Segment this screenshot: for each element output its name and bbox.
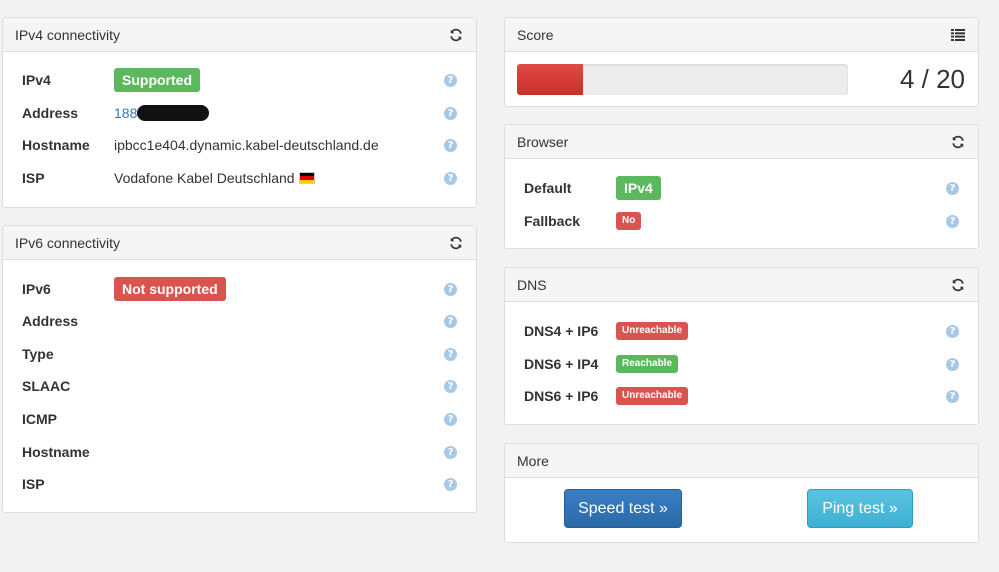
type-row: Type ? bbox=[3, 342, 476, 366]
help-icon[interactable]: ? bbox=[444, 282, 457, 296]
score-panel-title: Score bbox=[517, 26, 554, 43]
score-progress-bar bbox=[517, 64, 848, 95]
more-panel-title: More bbox=[517, 452, 549, 469]
score-value: 4 / 20 bbox=[899, 64, 965, 94]
help-icon[interactable]: ? bbox=[444, 477, 457, 491]
help-icon[interactable]: ? bbox=[444, 138, 457, 152]
type-label: Type bbox=[22, 346, 54, 362]
dns6-ip6-label: DNS6 + IP6 bbox=[524, 388, 599, 404]
isp-value: Vodafone Kabel Deutschland bbox=[114, 170, 295, 186]
more-panel-header: More bbox=[505, 444, 978, 478]
dns-panel: DNS DNS4 + IP6 Unreachable ? DNS6 + IP4 … bbox=[504, 267, 979, 425]
help-icon[interactable]: ? bbox=[444, 73, 457, 87]
status-badge: IPv4 bbox=[616, 176, 661, 200]
ipv4-row: IPv4 Supported ? bbox=[3, 68, 476, 92]
status-badge: Supported bbox=[114, 68, 200, 92]
help-icon[interactable]: ? bbox=[946, 357, 959, 371]
dns6-ip6-row: DNS6 + IP6 Unreachable ? bbox=[505, 384, 978, 408]
ipv6-row: IPv6 Not supported ? bbox=[3, 277, 476, 301]
help-icon[interactable]: ? bbox=[444, 412, 457, 426]
hostname-label: Hostname bbox=[22, 137, 90, 153]
ipv6-panel-header: IPv6 connectivity bbox=[3, 226, 476, 260]
ipv6-isp-row: ISP ? bbox=[3, 472, 476, 496]
isp-label: ISP bbox=[22, 476, 45, 492]
help-icon[interactable]: ? bbox=[946, 324, 959, 338]
default-row: Default IPv4 ? bbox=[505, 176, 978, 200]
address-row: Address 188 ? bbox=[3, 101, 476, 125]
fallback-label: Fallback bbox=[524, 213, 581, 229]
dns6-ip4-label: DNS6 + IP4 bbox=[524, 356, 599, 372]
status-badge: Unreachable bbox=[616, 387, 689, 405]
slaac-row: SLAAC ? bbox=[3, 374, 476, 398]
isp-label: ISP bbox=[22, 170, 45, 186]
address-label: Address bbox=[22, 105, 79, 121]
hostname-label: Hostname bbox=[22, 444, 90, 460]
help-icon[interactable]: ? bbox=[946, 181, 959, 195]
status-badge: Unreachable bbox=[616, 322, 689, 340]
help-icon[interactable]: ? bbox=[444, 347, 457, 361]
ipv4-panel-header: IPv4 connectivity bbox=[3, 18, 476, 52]
score-progress-fill bbox=[517, 64, 584, 95]
ping-test-button[interactable]: Ping test » bbox=[807, 489, 913, 528]
help-icon[interactable]: ? bbox=[444, 106, 457, 120]
refresh-icon[interactable] bbox=[950, 134, 966, 150]
ipv6-panel: IPv6 connectivity IPv6 Not supported ? A… bbox=[2, 225, 477, 513]
redaction-mark bbox=[137, 105, 210, 121]
status-badge: Reachable bbox=[616, 355, 679, 373]
more-panel: More Speed test » Ping test » bbox=[504, 443, 979, 543]
hostname-value: ipbcc1e404.dynamic.kabel-deutschland.de bbox=[114, 137, 379, 153]
speed-test-button[interactable]: Speed test » bbox=[564, 489, 682, 528]
help-icon[interactable]: ? bbox=[444, 445, 457, 459]
status-badge: Not supported bbox=[114, 277, 226, 301]
icmp-label: ICMP bbox=[22, 411, 57, 427]
refresh-icon[interactable] bbox=[950, 277, 966, 293]
ipv6-address-row: Address ? bbox=[3, 309, 476, 333]
fallback-row: Fallback No ? bbox=[505, 209, 978, 233]
hostname-row: Hostname ipbcc1e404.dynamic.kabel-deutsc… bbox=[3, 133, 476, 157]
german-flag-icon bbox=[298, 172, 315, 184]
dns-panel-title: DNS bbox=[517, 276, 547, 293]
ipv4-label: IPv4 bbox=[22, 72, 51, 88]
help-icon[interactable]: ? bbox=[444, 171, 457, 185]
help-icon[interactable]: ? bbox=[444, 314, 457, 328]
score-panel: Score 4 / 20 bbox=[504, 17, 979, 107]
help-icon[interactable]: ? bbox=[946, 214, 959, 228]
ipv6-hostname-row: Hostname ? bbox=[3, 440, 476, 464]
refresh-icon[interactable] bbox=[448, 235, 464, 251]
help-icon[interactable]: ? bbox=[946, 389, 959, 403]
dns-panel-header: DNS bbox=[505, 268, 978, 302]
address-label: Address bbox=[22, 313, 79, 329]
icmp-row: ICMP ? bbox=[3, 407, 476, 431]
browser-panel-header: Browser bbox=[505, 125, 978, 159]
score-panel-header: Score bbox=[505, 18, 978, 52]
refresh-icon[interactable] bbox=[448, 27, 464, 43]
browser-panel-title: Browser bbox=[517, 133, 569, 150]
address-link[interactable]: 188 bbox=[114, 105, 137, 121]
default-label: Default bbox=[524, 180, 572, 196]
dns4-ip6-row: DNS4 + IP6 Unreachable ? bbox=[505, 319, 978, 343]
ipv6-panel-title: IPv6 connectivity bbox=[15, 234, 121, 251]
isp-row: ISP Vodafone Kabel Deutschland ? bbox=[3, 166, 476, 190]
ipv6-label: IPv6 bbox=[22, 281, 51, 297]
ipv4-panel: IPv4 connectivity IPv4 Supported ? Addre… bbox=[2, 17, 477, 208]
browser-panel: Browser Default IPv4 ? Fallback No ? bbox=[504, 124, 979, 249]
list-icon[interactable] bbox=[950, 27, 966, 43]
dns6-ip4-row: DNS6 + IP4 Reachable ? bbox=[505, 352, 978, 376]
ipv4-panel-title: IPv4 connectivity bbox=[15, 26, 121, 43]
dns4-ip6-label: DNS4 + IP6 bbox=[524, 323, 599, 339]
help-icon[interactable]: ? bbox=[444, 379, 457, 393]
status-badge: No bbox=[616, 212, 642, 230]
slaac-label: SLAAC bbox=[22, 378, 71, 394]
